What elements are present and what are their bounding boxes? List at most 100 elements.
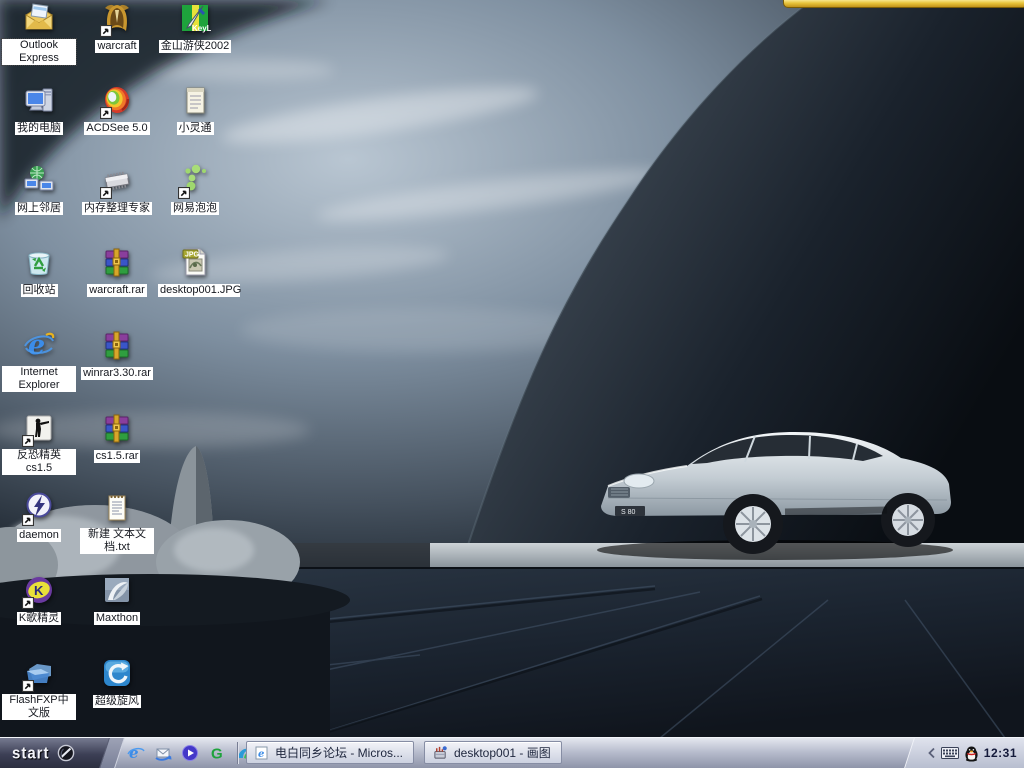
quicklaunch-outlook-express-icon[interactable] (153, 743, 173, 763)
daemon-tools-icon (22, 491, 56, 525)
outlook-express-icon (22, 2, 56, 36)
window-title: desktop001 - 画图 (454, 744, 551, 761)
qq-penguin-icon[interactable] (964, 745, 979, 762)
green-bubbles-icon (178, 164, 212, 198)
icon-label: 金山游侠2002 (159, 40, 231, 53)
desktop-icon-outlook-express[interactable]: Outlook Express (2, 2, 76, 66)
shortcut-arrow-icon (22, 514, 34, 526)
taskbar-separator (237, 742, 239, 764)
desktop-icon-my-computer[interactable]: 我的电脑 (2, 84, 76, 136)
system-tray: 12:31 (916, 738, 1024, 768)
start-button[interactable]: start (0, 738, 110, 768)
warcraft-icon (100, 2, 134, 36)
quicklaunch-media-player-icon[interactable] (180, 743, 200, 763)
desktop-icon-daemon-tools[interactable]: daemon (2, 491, 76, 543)
ie-page-icon: e (255, 746, 269, 760)
desktop-icon-internet-explorer[interactable]: e Internet Explorer (2, 329, 76, 393)
desktop-icon-blue-swirl[interactable]: 超级旋风 (80, 657, 154, 709)
desktop-icon-recycle-bin[interactable]: 回收站 (2, 246, 76, 298)
svg-text:K: K (34, 583, 44, 598)
text-document-icon (100, 491, 134, 525)
desktop-icon-winrar-3[interactable]: cs1.5.rar (80, 412, 154, 464)
window-button-paint[interactable]: desktop001 - 画图 (424, 741, 562, 764)
start-emblem-icon (57, 744, 75, 762)
icon-label: 小灵通 (177, 122, 214, 135)
desktop-icon-jpg-file[interactable]: JPG desktop001.JPG (158, 246, 232, 298)
my-computer-icon (22, 84, 56, 118)
collapse-chevron-icon[interactable] (927, 747, 936, 759)
desktop-icon-counter-strike[interactable]: 反恐精英cs1.5 (2, 412, 76, 476)
icon-label: ACDSee 5.0 (84, 122, 149, 135)
desktop-icon-winrar-1[interactable]: warcraft.rar (80, 246, 154, 298)
desktop-icon-blue-folder[interactable]: FlashFXP中文版 (2, 657, 76, 721)
icon-label: Maxthon (94, 612, 140, 625)
jpg-file-icon: JPG (178, 246, 212, 280)
window-button-forum[interactable]: e 电白同乡论坛 - Micros... (246, 741, 414, 764)
desktop-icon-winrar-2[interactable]: winrar3.30.rar (80, 329, 154, 381)
icon-label: 我的电脑 (15, 122, 63, 135)
svg-text:e: e (258, 749, 264, 760)
acdsee-icon (100, 84, 134, 118)
shortcut-arrow-icon (100, 187, 112, 199)
icon-label: FlashFXP中文版 (2, 694, 76, 720)
desktop-icon-notepad[interactable]: 小灵通 (158, 84, 232, 136)
icon-label: warcraft.rar (87, 284, 147, 297)
quick-launch-bar: e G (126, 738, 254, 768)
desktop-icon-k-player[interactable]: K K歌精灵 (2, 574, 76, 626)
svg-text:e: e (28, 330, 45, 361)
shortcut-arrow-icon (178, 187, 190, 199)
maxthon-icon (100, 574, 134, 608)
desktop-icon-green-bubbles[interactable]: 网易泡泡 (158, 164, 232, 216)
icon-label: 网上邻居 (15, 202, 63, 215)
desktop-icon-keyl[interactable]: KeyL 金山游侠2002 (158, 2, 232, 54)
icon-label: 超级旋风 (93, 695, 141, 708)
icon-label: Outlook Express (2, 39, 76, 65)
desktop-icon-memory-chip[interactable]: 内存整理专家 (80, 164, 154, 216)
icon-label: 网易泡泡 (171, 202, 219, 215)
memory-chip-icon (100, 164, 134, 198)
svg-text:S 80: S 80 (621, 509, 636, 516)
blue-swirl-icon (100, 657, 134, 691)
desktop-icon-warcraft[interactable]: warcraft (80, 2, 154, 54)
taskbar: start e G e 电白同乡论坛 - Micros... desktop00… (0, 737, 1024, 768)
svg-text:KeyL: KeyL (192, 24, 211, 33)
start-label: start (12, 744, 50, 762)
shortcut-arrow-icon (100, 25, 112, 37)
icon-label: desktop001.JPG (158, 284, 240, 297)
desktop: S 80 Outlook Express warcr (0, 0, 1024, 738)
shortcut-arrow-icon (100, 107, 112, 119)
rolled-window-strip[interactable] (783, 0, 1024, 8)
internet-explorer-icon: e (22, 329, 56, 363)
icon-label: 新建 文本文档.txt (80, 528, 154, 554)
icon-label: Internet Explorer (2, 366, 76, 392)
desktop-icon-network-places[interactable]: 网上邻居 (2, 164, 76, 216)
winrar-archive-icon (100, 246, 134, 280)
window-title: 电白同乡论坛 - Micros... (275, 744, 403, 761)
paint-icon (433, 745, 448, 760)
svg-text:JPG: JPG (185, 252, 200, 259)
desktop-icon-text-document[interactable]: 新建 文本文档.txt (80, 491, 154, 555)
desktop-icon-maxthon[interactable]: Maxthon (80, 574, 154, 626)
shortcut-arrow-icon (22, 597, 34, 609)
icon-label: 回收站 (21, 284, 58, 297)
winrar-archive-icon (100, 329, 134, 363)
blue-folder-icon (22, 657, 56, 691)
keyboard-icon[interactable] (941, 747, 959, 759)
shortcut-arrow-icon (22, 435, 34, 447)
icon-label: 内存整理专家 (82, 202, 152, 215)
icon-label: cs1.5.rar (94, 450, 141, 463)
icon-label: warcraft (95, 40, 138, 53)
recycle-bin-icon (22, 246, 56, 280)
tray-clock[interactable]: 12:31 (984, 746, 1017, 760)
svg-text:e: e (129, 744, 139, 762)
icon-label: winrar3.30.rar (81, 367, 153, 380)
counter-strike-icon (22, 412, 56, 446)
svg-text:G: G (211, 746, 223, 763)
shortcut-arrow-icon (22, 680, 34, 692)
icon-label: 反恐精英cs1.5 (2, 449, 76, 475)
quicklaunch-greenbrowser-icon[interactable]: G (207, 743, 227, 763)
keyl-sword-icon: KeyL (178, 2, 212, 36)
desktop-icon-acdsee[interactable]: ACDSee 5.0 (80, 84, 154, 136)
quicklaunch-ie-icon[interactable]: e (126, 743, 146, 763)
network-places-icon (22, 164, 56, 198)
